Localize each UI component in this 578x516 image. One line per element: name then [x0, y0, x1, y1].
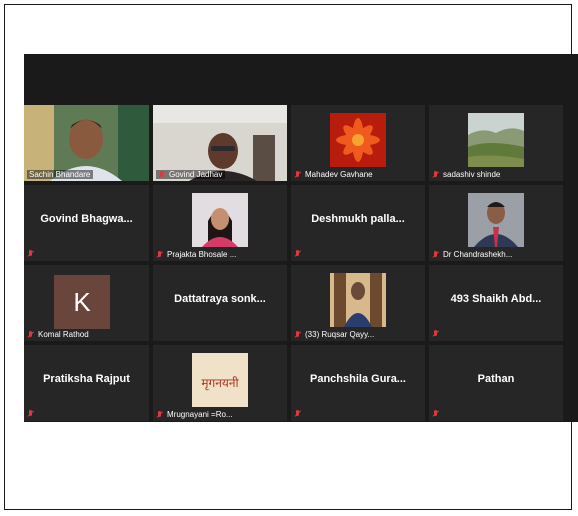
- participant-name: Pratiksha Rajput: [43, 373, 130, 385]
- muted-mic-icon: [294, 250, 302, 258]
- profile-photo: [468, 193, 524, 247]
- participant-tile[interactable]: Govind Bhagwa...: [24, 185, 149, 261]
- participant-name: Mrugnayani =Ro...: [156, 410, 233, 419]
- muted-mic-icon: [156, 410, 164, 419]
- participant-tile[interactable]: Panchshila Gura...: [291, 345, 425, 421]
- gallery-grid: Sachin Bhandare Govind Jadhav Mahadev Ga…: [24, 105, 578, 422]
- profile-photo: [330, 113, 386, 167]
- meeting-window: Sachin Bhandare Govind Jadhav Mahadev Ga…: [24, 54, 578, 422]
- muted-mic-icon: [294, 410, 302, 418]
- calligraphy-text: मृगनयनी: [201, 376, 239, 391]
- profile-photo: [330, 273, 386, 327]
- participant-name: Sachin Bhandare: [27, 170, 94, 179]
- participant-tile[interactable]: मृगनयनी Mrugnayani =Ro...: [153, 345, 287, 421]
- profile-photo: [192, 193, 248, 247]
- participant-tile[interactable]: sadashiv shinde: [429, 105, 563, 181]
- participant-name: Pathan: [477, 373, 515, 385]
- participant-name: Dattatraya sonk...: [174, 293, 266, 305]
- participant-name: 493 Shaikh Abd...: [450, 293, 542, 305]
- participant-tile[interactable]: Dr Chandrashekh...: [429, 185, 563, 261]
- muted-mic-icon: [156, 250, 164, 259]
- muted-mic-icon: [432, 170, 440, 179]
- participant-name: Dr Chandrashekh...: [432, 250, 512, 259]
- participant-tile[interactable]: 493 Shaikh Abd...: [429, 265, 563, 341]
- participant-name: Prajakta Bhosale ...: [156, 250, 236, 259]
- participant-name: Govind Bhagwa...: [40, 213, 133, 225]
- participant-tile[interactable]: Dattatraya sonk...: [153, 265, 287, 341]
- participant-name: Deshmukh palla...: [311, 213, 405, 225]
- participant-tile[interactable]: Govind Jadhav: [153, 105, 287, 181]
- participant-name: Mahadev Gavhane: [294, 170, 373, 179]
- profile-photo: [468, 113, 524, 167]
- participant-name: sadashiv shinde: [432, 170, 500, 179]
- muted-mic-icon: [27, 410, 35, 418]
- muted-mic-icon: [27, 250, 35, 258]
- participant-tile[interactable]: K Komal Rathod: [24, 265, 149, 341]
- muted-mic-icon: [432, 410, 440, 418]
- muted-mic-icon: [432, 250, 440, 259]
- avatar-initial: K: [54, 275, 110, 329]
- participant-tile[interactable]: Deshmukh palla...: [291, 185, 425, 261]
- participant-name: Komal Rathod: [27, 330, 89, 339]
- participant-tile[interactable]: Mahadev Gavhane: [291, 105, 425, 181]
- participant-name: Panchshila Gura...: [310, 373, 406, 385]
- participant-name: (33) Ruqsar Qayy...: [294, 330, 374, 339]
- profile-photo: मृगनयनी: [192, 353, 248, 407]
- participant-name: Govind Jadhav: [156, 170, 226, 179]
- muted-mic-icon: [158, 170, 166, 179]
- participant-tile[interactable]: Pathan: [429, 345, 563, 421]
- muted-mic-icon: [294, 330, 302, 339]
- participant-tile[interactable]: Prajakta Bhosale ...: [153, 185, 287, 261]
- muted-mic-icon: [432, 330, 440, 338]
- muted-mic-icon: [27, 330, 35, 339]
- participant-tile[interactable]: Sachin Bhandare: [24, 105, 149, 181]
- participant-tile[interactable]: Pratiksha Rajput: [24, 345, 149, 421]
- muted-mic-icon: [294, 170, 302, 179]
- participant-tile[interactable]: (33) Ruqsar Qayy...: [291, 265, 425, 341]
